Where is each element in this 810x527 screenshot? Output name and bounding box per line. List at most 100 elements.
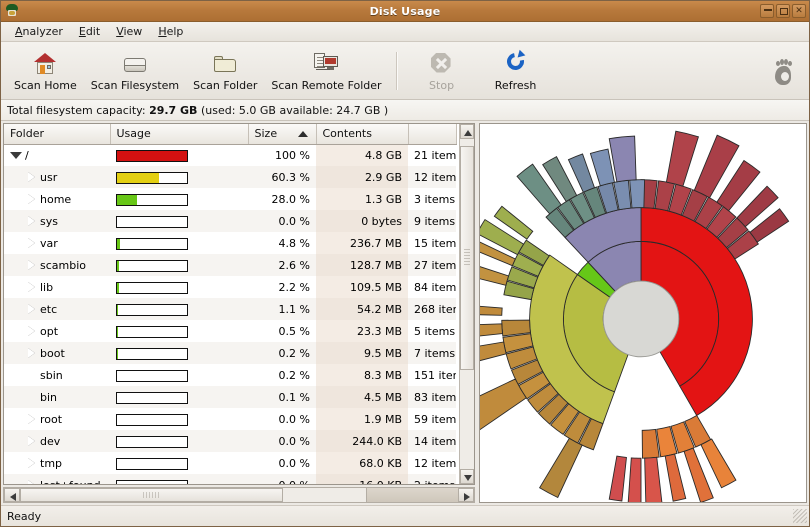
vscroll-trough[interactable] <box>460 139 474 469</box>
expander-closed-icon[interactable] <box>25 170 38 183</box>
scroll-right-button[interactable] <box>458 488 474 502</box>
menu-item-help[interactable]: Help <box>150 23 191 40</box>
ring3-steel-fan-2[interactable] <box>629 179 646 209</box>
cell-usage-percent: 28.0 % <box>271 192 310 206</box>
hscroll-trough[interactable] <box>20 488 366 502</box>
column-header-contents[interactable]: Contents <box>316 124 409 145</box>
scan-remote-folder-button[interactable]: Scan Remote Folder <box>264 48 388 94</box>
cell-usage-percent: 100 % <box>275 148 310 162</box>
table-row[interactable]: lost+found 0.0 %16.0 KB2 items <box>4 474 456 484</box>
ring4-spoke-12[interactable] <box>644 456 664 502</box>
menu-mnemonic-analyzer: A <box>15 25 23 38</box>
ring4-spoke-5[interactable] <box>480 260 510 286</box>
cell-usage-percent: 2.2 % <box>278 280 310 294</box>
cell-folder: bin <box>4 386 110 408</box>
ring3-orange-fan-3[interactable] <box>641 428 660 459</box>
ring4-spoke-13[interactable] <box>627 457 642 502</box>
ring4-spoke-4[interactable] <box>480 305 503 316</box>
table-row[interactable]: tmp 0.0 % 68.0 KB 12 items <box>4 452 456 474</box>
expander-closed-icon[interactable] <box>25 192 38 205</box>
tree-scroll-area[interactable]: Folder Usage Size Contents /100 % 4.8 GB 2 <box>4 124 459 484</box>
expander-open-icon[interactable] <box>10 150 23 161</box>
table-row[interactable]: sys 0.0 % 0 bytes 9 items <box>4 210 456 232</box>
ring4-spoke-15[interactable] <box>665 130 700 187</box>
table-row[interactable]: home 28.0 % 1.3 GB 3 items <box>4 188 456 210</box>
table-row[interactable]: lib 2.2 % 109.5 MB 84 items <box>4 276 456 298</box>
column-header-usage[interactable]: Usage <box>110 124 249 145</box>
ring4-spoke-23[interactable] <box>589 148 615 187</box>
usage-bar <box>116 479 188 484</box>
resize-grip[interactable] <box>793 509 807 523</box>
menu-item-edit[interactable]: Edit <box>71 23 108 40</box>
folder-name: home <box>40 192 72 206</box>
scroll-down-button[interactable] <box>460 469 474 484</box>
vscroll-thumb[interactable] <box>460 145 474 370</box>
expander-closed-icon[interactable] <box>25 456 38 469</box>
cell-contents: 268 items <box>408 298 456 320</box>
close-button[interactable]: ✕ <box>792 4 806 18</box>
ring3-brown-fan-9[interactable] <box>501 319 531 337</box>
table-row[interactable]: boot 0.2 % 9.5 MB 7 items <box>4 342 456 364</box>
hscroll-thumb[interactable] <box>20 488 283 502</box>
ring4-spoke-2[interactable] <box>480 341 507 364</box>
ring4-spoke-3[interactable] <box>480 323 504 337</box>
refresh-button[interactable]: Refresh <box>479 48 553 94</box>
expander-closed-icon[interactable] <box>25 478 38 484</box>
expander-closed-icon[interactable] <box>25 280 38 293</box>
ring4-spoke-14[interactable] <box>608 455 627 502</box>
cell-folder: root <box>4 408 110 430</box>
cell-folder: usr <box>4 166 110 188</box>
ring4-spoke-1[interactable] <box>480 378 527 438</box>
expander-closed-icon[interactable] <box>25 302 38 315</box>
table-row[interactable]: var 4.8 % 236.7 MB 15 items <box>4 232 456 254</box>
expander-closed-icon[interactable] <box>25 236 38 249</box>
cell-folder: / <box>4 144 110 166</box>
cell-size: 0 bytes <box>316 210 408 232</box>
column-header-spacer <box>408 124 457 145</box>
table-row[interactable]: bin0.1 %4.5 MB83 items(contains hardl <box>4 386 456 408</box>
scan-filesystem-button[interactable]: Scan Filesystem <box>84 48 186 94</box>
table-row[interactable]: usr 60.3 %2.9 GB12 items <box>4 166 456 188</box>
cell-usage-bar <box>110 232 248 254</box>
stop-icon <box>428 50 456 76</box>
table-row[interactable]: root 0.0 % 1.9 MB 59 items <box>4 408 456 430</box>
scan-folder-button[interactable]: Scan Folder <box>186 48 264 94</box>
expander-closed-icon[interactable] <box>25 412 38 425</box>
expander-closed-icon[interactable] <box>25 346 38 359</box>
usage-bar-fill <box>117 238 121 249</box>
table-row[interactable]: scambio 2.6 %128.7 MB27 items <box>4 254 456 276</box>
main-area: Folder Usage Size Contents /100 % 4.8 GB 2 <box>1 121 809 505</box>
tree-vertical-scrollbar[interactable] <box>459 124 474 484</box>
expander-closed-icon[interactable] <box>25 434 38 447</box>
disk-usage-window: Disk Usage ✕ Analyzer Edit View Help Sca… <box>0 0 810 527</box>
column-header-folder[interactable]: Folder <box>4 124 111 145</box>
maximize-button[interactable] <box>776 4 790 18</box>
table-row[interactable]: opt 0.5 % 23.3 MB 5 items <box>4 320 456 342</box>
ring-chart-center-hub[interactable] <box>602 280 680 358</box>
tree-horizontal-scrollbar[interactable] <box>3 487 475 503</box>
expander-closed-icon[interactable] <box>25 214 38 227</box>
sunburst-ring-chart[interactable] <box>480 124 806 502</box>
menu-item-analyzer[interactable]: Analyzer <box>7 23 71 40</box>
minimize-button[interactable] <box>760 4 774 18</box>
expander-closed-icon[interactable] <box>25 324 38 337</box>
ring-chart-pane[interactable] <box>479 123 807 503</box>
table-row[interactable]: etc 1.1 %54.2 MB268 items <box>4 298 456 320</box>
table-row[interactable]: / 100 % 4.8 GB 21 items <box>4 144 456 166</box>
hscroll-extra-region[interactable] <box>366 488 458 502</box>
cell-size: 4.8 GB <box>316 144 408 166</box>
scan-home-button[interactable]: Scan Home <box>7 48 84 94</box>
expander-closed-icon[interactable] <box>25 258 38 271</box>
folder-icon <box>211 50 239 76</box>
scroll-up-button[interactable] <box>460 124 474 139</box>
table-row[interactable]: dev 0.0 %244.0 KB14 items <box>4 430 456 452</box>
scroll-left-button[interactable] <box>4 488 20 502</box>
ring4-spoke-0[interactable] <box>538 437 583 499</box>
window-controls: ✕ <box>760 4 806 18</box>
ring4-spoke-11[interactable] <box>664 453 687 502</box>
column-header-size[interactable]: Size <box>248 124 317 145</box>
cell-usage-percent: 2.6 % <box>248 254 316 276</box>
table-row[interactable]: sbin0.2 %8.3 MB151 items(contains hardl <box>4 364 456 386</box>
title-bar[interactable]: Disk Usage ✕ <box>1 1 809 22</box>
menu-item-view[interactable]: View <box>108 23 150 40</box>
